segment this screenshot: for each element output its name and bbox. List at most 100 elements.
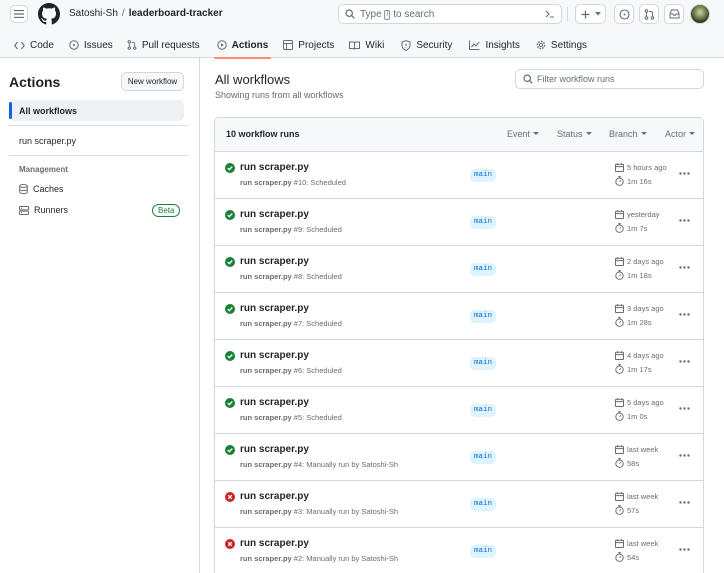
status-filter-dropdown[interactable]: Status: [557, 129, 592, 139]
run-title-link[interactable]: run scraper.py: [240, 162, 309, 174]
run-meta: run scraper.py #8: Scheduled: [240, 272, 342, 281]
pull-requests-button[interactable]: [639, 4, 659, 24]
sidebar-item-run-scraper[interactable]: run scraper.py: [9, 130, 184, 151]
run-actions-menu[interactable]: [679, 501, 690, 504]
tab-wiki[interactable]: Wiki: [349, 32, 384, 58]
issue-icon: [69, 40, 79, 50]
run-title-link[interactable]: run scraper.py: [240, 538, 309, 550]
run-actions-menu[interactable]: [679, 454, 690, 457]
run-timestamp: 4 days ago: [615, 351, 664, 360]
run-actions-menu[interactable]: [679, 407, 690, 410]
breadcrumb-separator: /: [121, 8, 125, 19]
x-circle-icon: [225, 539, 235, 549]
branch-badge[interactable]: main: [470, 263, 497, 276]
workflow-run-row[interactable]: run scraper.py run scraper.py #10: Schedu…: [215, 152, 703, 199]
user-avatar[interactable]: [690, 4, 710, 24]
stopwatch-icon: [615, 176, 624, 186]
branch-badge[interactable]: main: [470, 451, 497, 464]
run-meta: run scraper.py #9: Scheduled: [240, 225, 342, 234]
menu-button[interactable]: [10, 5, 28, 23]
workflow-run-row[interactable]: run scraper.py run scraper.py #3: Manuall…: [215, 481, 703, 528]
run-when: yesterday: [627, 210, 660, 219]
run-status: [225, 304, 235, 314]
run-title-link[interactable]: run scraper.py: [240, 491, 309, 503]
workflow-run-row[interactable]: run scraper.py run scraper.py #5: Schedul…: [215, 387, 703, 434]
inbox-button[interactable]: [664, 4, 684, 24]
event-filter-dropdown[interactable]: Event: [507, 129, 540, 139]
search-icon: [345, 9, 355, 19]
run-duration: 1m 16s: [615, 176, 652, 186]
command-palette-button[interactable]: [542, 8, 558, 20]
workflow-run-row[interactable]: run scraper.py run scraper.py #7: Schedul…: [215, 293, 703, 340]
repo-owner-link[interactable]: Satoshi-Sh: [69, 8, 118, 19]
run-title-link[interactable]: run scraper.py: [240, 256, 309, 268]
branch-badge[interactable]: main: [470, 498, 497, 511]
workflow-run-row[interactable]: run scraper.py run scraper.py #9: Schedul…: [215, 199, 703, 246]
branch-filter-dropdown[interactable]: Branch: [609, 129, 647, 139]
workflow-run-row[interactable]: run scraper.py run scraper.py #4: Manuall…: [215, 434, 703, 481]
calendar-icon: [615, 304, 624, 313]
run-actions-menu[interactable]: [679, 360, 690, 363]
run-title-link[interactable]: run scraper.py: [240, 209, 309, 221]
tab-label: Issues: [83, 39, 113, 51]
run-actions-menu[interactable]: [679, 172, 690, 175]
repo-name-link[interactable]: leaderboard-tracker: [129, 8, 223, 19]
stopwatch-icon: [615, 364, 624, 374]
caret-down-icon: [689, 132, 696, 135]
new-workflow-button[interactable]: New workflow: [121, 72, 184, 91]
run-title-link[interactable]: run scraper.py: [240, 350, 309, 362]
run-title-link[interactable]: run scraper.py: [240, 444, 309, 456]
tab-projects[interactable]: Projects: [283, 32, 334, 58]
x-circle-icon: [225, 492, 235, 502]
global-search[interactable]: Type / to search: [338, 4, 562, 24]
run-workflow-name: run scraper.py: [240, 366, 292, 375]
branch-badge[interactable]: main: [470, 404, 497, 417]
issues-button[interactable]: [614, 4, 634, 24]
run-duration: 54s: [615, 552, 639, 562]
sidebar-item-all-workflows[interactable]: All workflows: [9, 100, 184, 121]
breadcrumb: Satoshi-Sh / leaderboard-tracker: [69, 8, 223, 20]
run-meta: run scraper.py #10: Scheduled: [240, 178, 346, 187]
run-actions-menu[interactable]: [679, 313, 690, 316]
filter-runs-input[interactable]: Filter workflow runs: [515, 69, 704, 89]
app-header: Satoshi-Sh / leaderboard-tracker Type / to…: [0, 0, 724, 59]
page-title: All workflows: [215, 72, 291, 87]
branch-badge[interactable]: main: [470, 545, 497, 558]
branch-badge[interactable]: main: [470, 310, 497, 323]
workflow-run-row[interactable]: run scraper.py run scraper.py #8: Schedul…: [215, 246, 703, 293]
tab-label: Wiki: [365, 39, 385, 51]
tab-code[interactable]: Code: [14, 32, 54, 58]
run-actions-menu[interactable]: [679, 548, 690, 551]
search-placeholder-post: to search: [393, 9, 435, 20]
shield-icon: [401, 39, 411, 51]
sidebar-item-runners[interactable]: Runners: [19, 205, 68, 215]
run-title-link[interactable]: run scraper.py: [240, 397, 309, 409]
run-actions-menu[interactable]: [679, 266, 690, 269]
run-workflow-name: run scraper.py: [240, 460, 292, 469]
branch-badge[interactable]: main: [470, 357, 497, 370]
tab-settings[interactable]: Settings: [536, 32, 587, 58]
tab-issues[interactable]: Issues: [69, 32, 113, 58]
tab-actions[interactable]: Actions: [213, 32, 271, 59]
hamburger-icon: [14, 10, 24, 18]
branch-badge[interactable]: main: [470, 216, 497, 229]
tab-security[interactable]: Security: [401, 32, 452, 58]
workflow-run-row[interactable]: run scraper.py run scraper.py #2: Manuall…: [215, 528, 703, 573]
github-logo-icon[interactable]: [38, 3, 60, 25]
tab-label: Insights: [485, 39, 520, 51]
branch-badge[interactable]: main: [470, 169, 497, 182]
page-subtitle: Showing runs from all workflows: [215, 90, 344, 100]
workflow-run-row[interactable]: run scraper.py run scraper.py #6: Schedul…: [215, 340, 703, 387]
run-title-link[interactable]: run scraper.py: [240, 303, 309, 315]
run-actions-menu[interactable]: [679, 219, 690, 222]
run-timestamp: 5 days ago: [615, 398, 664, 407]
tab-pull-requests[interactable]: Pull requests: [127, 32, 200, 58]
caret-down-icon: [585, 132, 592, 135]
sidebar-item-caches[interactable]: Caches: [19, 184, 64, 194]
tab-insights[interactable]: Insights: [469, 32, 520, 58]
run-duration-value: 54s: [627, 552, 640, 562]
run-when: 5 days ago: [627, 398, 664, 407]
kebab-menu-icon: [679, 266, 690, 269]
create-new-button[interactable]: [575, 4, 606, 24]
actor-filter-dropdown[interactable]: Actor: [665, 129, 696, 139]
